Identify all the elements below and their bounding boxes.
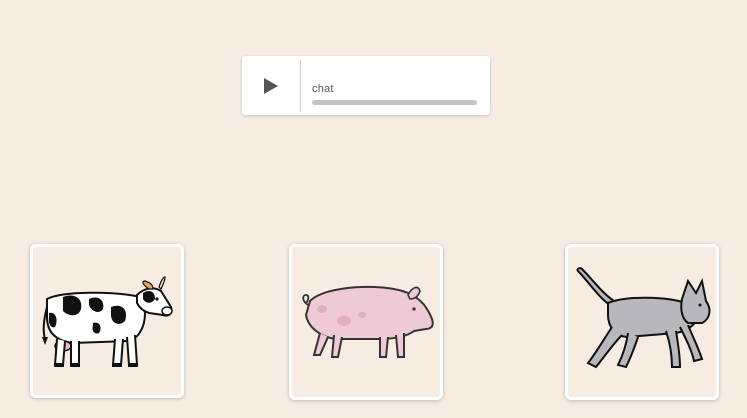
choice-card-cow[interactable]: [30, 244, 184, 398]
player-divider: [300, 60, 301, 111]
cat-image: [576, 267, 711, 369]
audio-progress-bar[interactable]: [312, 100, 477, 105]
choice-card-pig[interactable]: [289, 244, 443, 400]
audio-word-label: chat: [312, 83, 334, 95]
choice-card-cat[interactable]: [565, 244, 719, 400]
pig-image: [302, 285, 434, 358]
play-button[interactable]: [242, 56, 300, 115]
cow-image: [42, 276, 173, 367]
quiz-stage: chat: [0, 0, 747, 418]
play-icon: [264, 78, 278, 94]
audio-player: chat: [242, 56, 490, 115]
